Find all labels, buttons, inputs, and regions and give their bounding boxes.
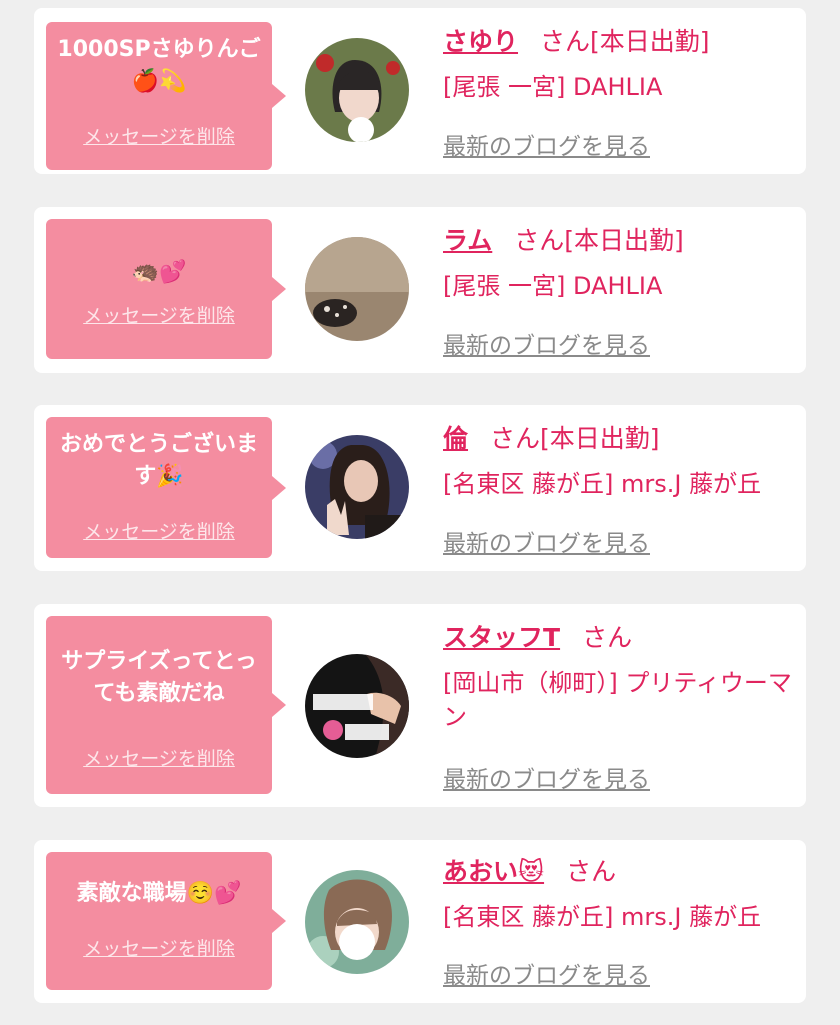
latest-blog-link[interactable]: 最新のブログを見る [443,524,650,558]
honorific: さん [582,623,633,652]
honorific: さん [514,226,565,255]
delete-message-link[interactable]: メッセージを削除 [46,122,272,149]
avatar[interactable] [305,435,409,539]
cast-info: あおい😻 さん [名東区 藤が丘] mrs.J 藤が丘 最新のブログを見る [443,856,796,996]
shop-name: [岡山市（柳町）] プリティウーマン [443,669,792,731]
cast-name-link[interactable]: スタッフT [443,623,560,652]
latest-blog-link[interactable]: 最新のブログを見る [443,326,650,360]
message-text: 🦔💕 [131,260,187,285]
shop-name: [名東区 藤が丘] mrs.J 藤が丘 [443,470,762,498]
cast-name-link[interactable]: ラム [443,226,492,255]
attendance-status: [本日出勤] [590,27,710,56]
latest-blog-link[interactable]: 最新のブログを見る [443,760,650,794]
message-bubble: サプライズってとっても素敵だね メッセージを削除 [46,616,286,794]
latest-blog-link[interactable]: 最新のブログを見る [443,127,650,161]
avatar[interactable] [305,654,409,758]
shop-name: [尾張 一宮] DAHLIA [443,73,663,101]
message-bubble: 1000SPさゆりんご🍎💫 メッセージを削除 [46,22,286,170]
cast-info: さゆり さん[本日出勤] [尾張 一宮] DAHLIA 最新のブログを見る [443,26,796,166]
cast-name-link[interactable]: さゆり [443,27,518,56]
message-bubble: 🦔💕 メッセージを削除 [46,219,286,359]
delete-message-link[interactable]: メッセージを削除 [46,744,272,771]
cast-info: ラム さん[本日出勤] [尾張 一宮] DAHLIA 最新のブログを見る [443,225,796,365]
message-text: 素敵な職場☺️💕 [76,881,242,906]
message-card: 1000SPさゆりんご🍎💫 メッセージを削除 さゆり さん[本日出勤] [尾張 一… [34,8,806,174]
message-card: サプライズってとっても素敵だね メッセージを削除 スタッフT さん [岡山市（柳町… [34,604,806,807]
cast-name-link[interactable]: あおい😻 [443,857,544,886]
delete-message-link[interactable]: メッセージを削除 [46,301,272,328]
delete-message-link[interactable]: メッセージを削除 [46,517,272,544]
cast-info: 倫さん[本日出勤] [名東区 藤が丘] mrs.J 藤が丘 最新のブログを見る [443,423,796,563]
message-text: 1000SPさゆりんご🍎💫 [57,37,261,94]
message-bubble: おめでとうございます🎉 メッセージを削除 [46,417,286,558]
message-text: サプライズってとっても素敵だね [61,649,257,706]
honorific: さん [490,424,541,453]
message-card: 素敵な職場☺️💕 メッセージを削除 あおい😻 さん [名東区 藤が丘] mrs.J… [34,840,806,1003]
message-card: 🦔💕 メッセージを削除 ラム さん[本日出勤] [尾張 一宮] DAHLIA 最新… [34,207,806,373]
latest-blog-link[interactable]: 最新のブログを見る [443,956,650,990]
shop-name: [尾張 一宮] DAHLIA [443,272,663,300]
shop-name: [名東区 藤が丘] mrs.J 藤が丘 [443,903,762,931]
honorific: さん [540,27,591,56]
avatar[interactable] [305,237,409,341]
delete-message-link[interactable]: メッセージを削除 [46,934,272,961]
message-text: おめでとうございます🎉 [59,432,258,489]
cast-info: スタッフT さん [岡山市（柳町）] プリティウーマン 最新のブログを見る [443,622,796,797]
cast-name-link[interactable]: 倫 [443,424,468,453]
avatar[interactable] [305,870,409,974]
message-card: おめでとうございます🎉 メッセージを削除 倫さん[本日出勤] [名東区 藤が丘]… [34,405,806,571]
attendance-status: [本日出勤] [564,226,684,255]
honorific: さん [566,857,617,886]
avatar[interactable] [305,38,409,142]
message-bubble: 素敵な職場☺️💕 メッセージを削除 [46,852,286,990]
attendance-status: [本日出勤] [540,424,660,453]
